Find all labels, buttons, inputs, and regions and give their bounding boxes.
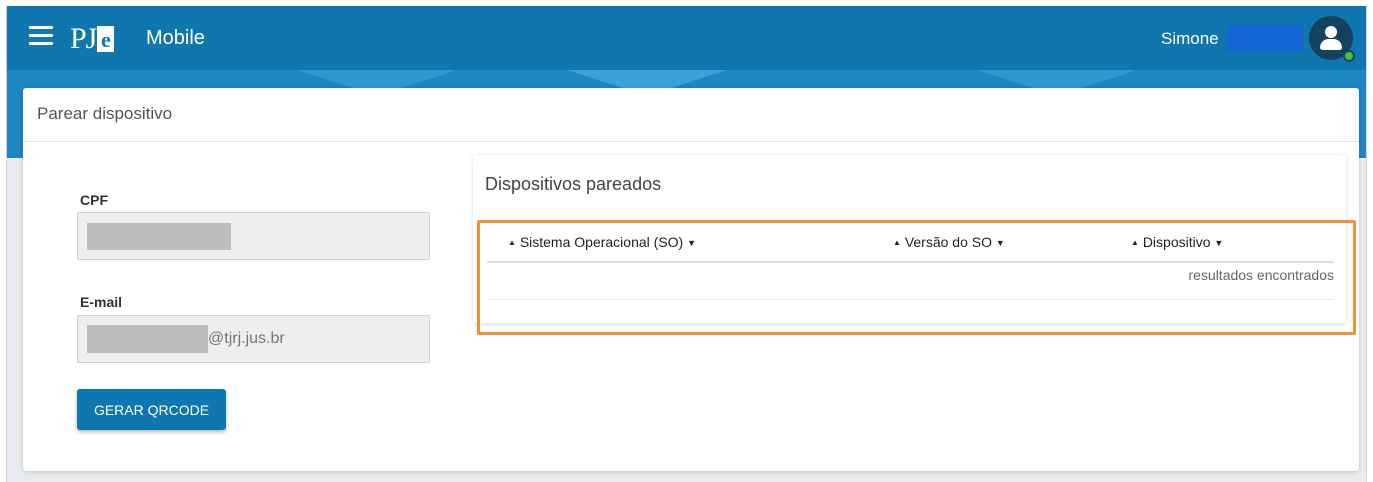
pair-device-card: Parear dispositivo CPF E-mail @tjrj.jus.… [23,88,1359,471]
email-domain: @tjrj.jus.br [208,330,285,347]
email-label: E-mail [80,294,123,310]
user-name: Simone [1161,29,1219,48]
results-count: resultados encontrados [1188,267,1334,283]
table-footer-divider [487,299,1334,300]
hamburger-menu-icon[interactable] [29,26,53,46]
online-status-icon [1343,50,1355,62]
cpf-field[interactable] [77,212,430,260]
paired-devices-panel: Dispositivos pareados ▲ Sistema Operacio… [473,155,1346,323]
redacted-surname [1227,25,1303,51]
app-name: Mobile [146,27,205,49]
sort-down-icon[interactable]: ▼ [996,238,1005,248]
paired-devices-title: Dispositivos pareados [485,174,662,194]
app-window: PJ e Mobile Simone Parear dispositivo CPF… [6,6,1367,482]
user-avatar-icon[interactable] [1309,16,1355,62]
pje-logo: PJ e [70,20,115,56]
redacted-email-user [87,325,208,353]
generate-qrcode-button[interactable]: GERAR QRCODE [77,389,226,430]
top-navbar: PJ e Mobile Simone [7,6,1366,70]
table-header-divider [487,261,1334,263]
email-field[interactable]: @tjrj.jus.br [77,315,430,363]
cpf-label: CPF [80,192,108,208]
column-header-os[interactable]: ▲ Sistema Operacional (SO) ▼ [508,234,696,250]
sort-down-icon[interactable]: ▼ [687,238,696,248]
sort-up-icon[interactable]: ▲ [893,238,901,247]
sort-down-icon[interactable]: ▼ [1214,238,1223,248]
card-title: Parear dispositivo [23,88,1359,142]
column-header-os-version[interactable]: ▲ Versão do SO ▼ [893,234,1005,250]
column-header-device[interactable]: ▲ Dispositivo ▼ [1131,234,1223,250]
sort-up-icon[interactable]: ▲ [508,238,516,247]
sort-up-icon[interactable]: ▲ [1131,238,1139,247]
redacted-cpf [87,223,231,250]
